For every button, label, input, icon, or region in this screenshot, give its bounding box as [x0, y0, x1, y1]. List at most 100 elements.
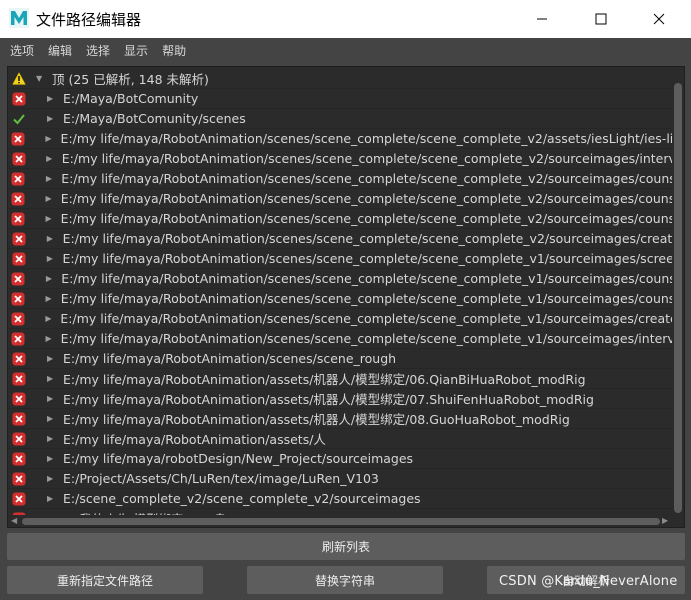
tree-row-path: E:/my life/maya/RobotAnimation/scenes/sc… [60, 131, 673, 146]
expand-arrow-icon[interactable]: ▶ [45, 214, 56, 223]
watermark: CSDN @Kardu_NeverAlone [499, 574, 678, 589]
close-icon [653, 13, 665, 25]
minimize-icon [537, 18, 547, 20]
tree-row[interactable]: ▶ E:/my life/maya/RobotAnimation/scenes/s… [8, 329, 673, 349]
tree-row[interactable]: ▶ E:/my life/maya/RobotAnimation/scenes/s… [8, 249, 673, 269]
error-icon [8, 389, 30, 409]
tree-row[interactable]: ▶ E:/my life/maya/RobotAnimation/scenes/s… [8, 189, 673, 209]
expand-arrow-icon[interactable]: ▶ [47, 414, 59, 423]
tree-row-path: E:/my life/maya/RobotAnimation/scenes/sc… [60, 311, 673, 326]
tree-row[interactable]: ▶ E:/scene_complete_v2/scene_complete_v2/… [8, 489, 673, 509]
minimize-button[interactable] [519, 0, 565, 38]
expand-arrow-icon[interactable]: ▶ [47, 94, 59, 103]
expand-arrow-icon[interactable]: ▶ [45, 134, 56, 143]
tree-row[interactable]: ▶ E:/my life/maya/RobotAnimation/scenes/s… [8, 169, 673, 189]
expand-arrow-icon[interactable]: ▶ [46, 294, 57, 303]
refresh-list-button[interactable]: 刷新列表 [7, 533, 685, 560]
error-icon [8, 229, 30, 249]
menu-bar: 选项 编辑 选择 显示 帮助 [0, 38, 691, 62]
warning-icon [8, 69, 30, 89]
tree-row-path: E:/Project/Assets/Ch/LuRen/tex/image/LuR… [63, 471, 379, 486]
tree-row-path: E:/Maya/BotComunity [63, 91, 199, 106]
tree-row-path: E:/my life/maya/RobotAnimation/assets/机器… [63, 372, 586, 387]
scroll-left-icon[interactable]: ◀ [11, 516, 17, 525]
tree-row-path: E:/my life/maya/RobotAnimation/scenes/sc… [60, 211, 673, 226]
tree-row-path: E:/my life/maya/robotDesign/New_Project/… [63, 451, 414, 466]
tree-row-path: E:/my life/maya/RobotAnimation/scenes/sc… [61, 271, 673, 286]
tree-root-label: 顶 (25 已解析, 148 未解析) [52, 72, 209, 87]
error-icon [8, 449, 30, 469]
expand-arrow-icon[interactable]: ▶ [45, 314, 56, 323]
error-icon [8, 209, 28, 229]
tree-row[interactable]: ▶ E:/my life/maya/RobotAnimation/scenes/s… [8, 289, 673, 309]
menu-options[interactable]: 选项 [10, 42, 34, 59]
tree-row[interactable]: ▶ E:/Maya/BotComunity/scenes [8, 109, 673, 129]
expand-arrow-icon[interactable]: ▶ [47, 454, 59, 463]
scroll-right-icon[interactable]: ▶ [662, 516, 668, 525]
tree-row[interactable]: ▶ E:/my life/maya/RobotAnimation/assets/机… [8, 369, 673, 389]
expand-arrow-icon[interactable]: ▶ [46, 174, 57, 183]
replace-string-button[interactable]: 替换字符串 [247, 566, 443, 594]
tree-row[interactable]: ▶ E:/my life/maya/RobotAnimation/scenes/s… [8, 209, 673, 229]
maximize-icon [595, 13, 607, 25]
error-icon [8, 189, 29, 209]
menu-select[interactable]: 选择 [86, 42, 110, 59]
horizontal-scrollbar[interactable]: ◀ ▶ [8, 515, 673, 527]
error-icon [8, 429, 30, 449]
horizontal-scroll-thumb[interactable] [22, 518, 660, 525]
error-icon [8, 169, 29, 189]
expand-arrow-icon[interactable]: ▶ [47, 234, 59, 243]
tree-row[interactable]: ▶ E:/my life/maya/RobotAnimation/scenes/s… [8, 129, 673, 149]
expand-arrow-icon[interactable]: ▶ [47, 494, 59, 503]
expand-arrow-icon[interactable]: ▶ [47, 474, 59, 483]
tree-row-path: E:/my life/maya/RobotAnimation/scenes/sc… [62, 251, 673, 266]
error-icon [8, 409, 30, 429]
tree-row-path: E:/my life/maya/RobotAnimation/scenes/sc… [62, 231, 673, 246]
tree-row-path: E:/scene_complete_v2/scene_complete_v2/s… [63, 491, 421, 506]
expand-arrow-icon[interactable]: ▶ [45, 334, 56, 343]
check-icon [8, 109, 30, 129]
menu-help[interactable]: 帮助 [162, 42, 186, 59]
expand-arrow-icon[interactable]: ▶ [47, 114, 59, 123]
close-button[interactable] [636, 0, 682, 38]
collapse-arrow-icon[interactable]: ▼ [36, 74, 48, 83]
tree-row[interactable]: ▶ E:/my life/maya/RobotAnimation/scenes/s… [8, 229, 673, 249]
retarget-path-button[interactable]: 重新指定文件路径 [7, 566, 203, 594]
tree-row-path: E:/my life/maya/RobotAnimation/scenes/sc… [60, 191, 674, 206]
tree-rows: ▼ 顶 (25 已解析, 148 未解析) ▶ E:/Maya/BotComuni… [8, 69, 673, 527]
error-icon [8, 129, 28, 149]
expand-arrow-icon[interactable]: ▶ [46, 154, 58, 163]
error-icon [8, 329, 28, 349]
file-path-tree[interactable]: ▼ 顶 (25 已解析, 148 未解析) ▶ E:/Maya/BotComuni… [7, 66, 685, 528]
expand-arrow-icon[interactable]: ▶ [47, 374, 59, 383]
tree-root-row[interactable]: ▼ 顶 (25 已解析, 148 未解析) [8, 69, 673, 89]
menu-display[interactable]: 显示 [124, 42, 148, 59]
tree-row[interactable]: ▶ E:/Maya/BotComunity [8, 89, 673, 109]
error-icon [8, 349, 30, 369]
expand-arrow-icon[interactable]: ▶ [46, 194, 57, 203]
menu-edit[interactable]: 编辑 [48, 42, 72, 59]
tree-row[interactable]: ▶ E:/my life/maya/RobotAnimation/scenes/s… [8, 149, 673, 169]
error-icon [8, 469, 30, 489]
error-icon [8, 269, 29, 289]
tree-row-path: E:/my life/maya/RobotAnimation/assets/机器… [63, 392, 594, 407]
tree-row[interactable]: ▶ E:/my life/maya/RobotAnimation/assets/机… [8, 389, 673, 409]
expand-arrow-icon[interactable]: ▶ [46, 274, 57, 283]
vertical-scroll-thumb[interactable] [674, 83, 682, 513]
tree-row[interactable]: ▶ E:/Project/Assets/Ch/LuRen/tex/image/Lu… [8, 469, 673, 489]
expand-arrow-icon[interactable]: ▶ [47, 434, 59, 443]
error-icon [8, 289, 29, 309]
error-icon [8, 89, 30, 109]
expand-arrow-icon[interactable]: ▶ [47, 254, 59, 263]
tree-row[interactable]: ▶ E:/my life/maya/RobotAnimation/assets/人 [8, 429, 673, 449]
vertical-scrollbar[interactable] [672, 67, 684, 527]
tree-row[interactable]: ▶ E:/my life/maya/robotDesign/New_Project… [8, 449, 673, 469]
expand-arrow-icon[interactable]: ▶ [47, 394, 59, 403]
maximize-button[interactable] [578, 0, 624, 38]
tree-row[interactable]: ▶ E:/my life/maya/RobotAnimation/scenes/s… [8, 349, 673, 369]
tree-row[interactable]: ▶ E:/my life/maya/RobotAnimation/assets/机… [8, 409, 673, 429]
tree-row[interactable]: ▶ E:/my life/maya/RobotAnimation/scenes/s… [8, 309, 673, 329]
tree-row[interactable]: ▶ E:/my life/maya/RobotAnimation/scenes/s… [8, 269, 673, 289]
expand-arrow-icon[interactable]: ▶ [47, 354, 59, 363]
tree-row-path: E:/my life/maya/RobotAnimation/scenes/sc… [61, 151, 673, 166]
